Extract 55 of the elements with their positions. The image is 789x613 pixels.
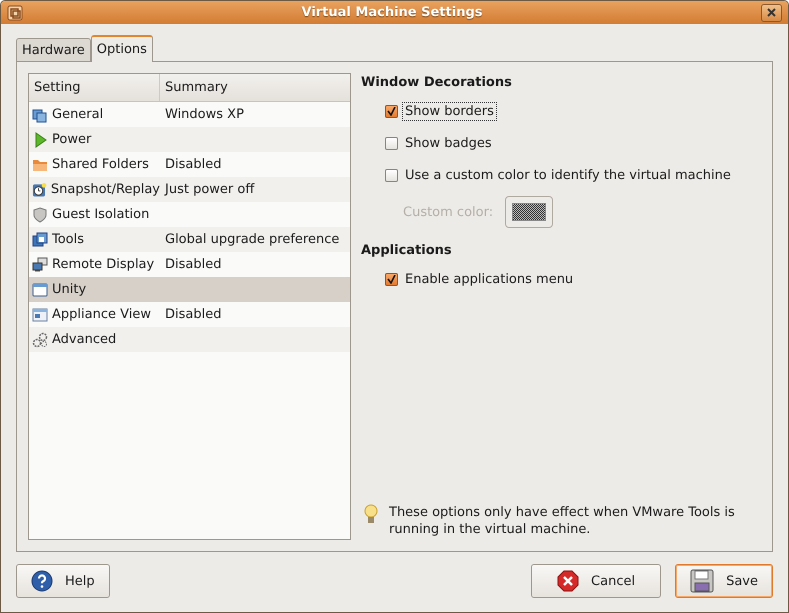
setting-summary: Disabled	[164, 257, 222, 272]
setting-summary: Disabled	[164, 307, 222, 322]
checkbox[interactable]	[385, 136, 398, 150]
lightbulb-icon	[363, 504, 379, 526]
setting-name: Guest Isolation	[52, 207, 150, 222]
setting-name: Appliance View	[52, 307, 151, 322]
checkbox-label[interactable]: Show badges	[402, 134, 495, 152]
shield-icon	[32, 206, 48, 222]
setting-summary: Global upgrade preference	[164, 232, 340, 247]
checkbox[interactable]	[385, 104, 398, 118]
cancel-button[interactable]: Cancel	[531, 564, 662, 598]
custom-color-label: Custom color:	[403, 204, 494, 220]
checkbox[interactable]	[385, 168, 398, 182]
app-icon	[7, 4, 23, 20]
monitors-icon	[32, 256, 48, 272]
column-header[interactable]: Setting	[29, 74, 160, 101]
tab[interactable]: Hardware	[16, 38, 91, 61]
setting-summary: Windows XP	[164, 107, 244, 122]
save-button[interactable]: Save	[675, 564, 773, 598]
close-icon	[767, 8, 776, 17]
setting-name: Snapshot/Replay	[50, 182, 160, 197]
clock-icon	[32, 182, 47, 198]
setting-name: Tools	[52, 232, 84, 247]
column-header[interactable]: Summary	[160, 74, 228, 101]
help-icon	[31, 570, 53, 592]
checkbox[interactable]	[385, 272, 398, 286]
tools-icon	[32, 232, 48, 248]
close-button[interactable]	[761, 4, 782, 22]
setting-name: Advanced	[52, 332, 116, 347]
tab[interactable]: Options	[90, 35, 153, 62]
setting-name: General	[52, 107, 104, 122]
list-row[interactable]: Advanced	[29, 327, 350, 352]
setting-name: Unity	[52, 282, 86, 297]
list-row[interactable]: Unity	[29, 277, 350, 302]
window-icon	[32, 282, 48, 298]
checkbox-label[interactable]: Show borders	[402, 102, 497, 120]
cancel-icon	[557, 570, 580, 592]
help-button[interactable]: Help	[16, 564, 110, 598]
list-row[interactable]: Tools Global upgrade preference	[29, 227, 350, 252]
windows-icon	[32, 106, 48, 122]
setting-name: Remote Display	[52, 257, 154, 272]
setting-name: Shared Folders	[52, 157, 149, 172]
checkbox-label[interactable]: Enable applications menu	[402, 270, 576, 288]
browser-window-icon	[32, 306, 48, 322]
window-title: Virtual Machine Settings	[300, 5, 484, 20]
hint-text: These options only have effect when VMware Tools is running in the virtual machine.	[389, 504, 736, 538]
gears-icon	[32, 332, 48, 348]
list-row[interactable]: Snapshot/Replay Just power off	[29, 177, 350, 202]
section-heading: Applications	[361, 243, 453, 258]
setting-summary: Just power off	[163, 182, 254, 197]
section-heading: Window Decorations	[361, 75, 513, 90]
setting-name: Power	[52, 132, 92, 147]
checkbox-label[interactable]: Use a custom color to identify the virtual machine	[402, 166, 734, 184]
setting-summary: Disabled	[164, 157, 222, 172]
list-row[interactable]: Power	[29, 127, 350, 152]
